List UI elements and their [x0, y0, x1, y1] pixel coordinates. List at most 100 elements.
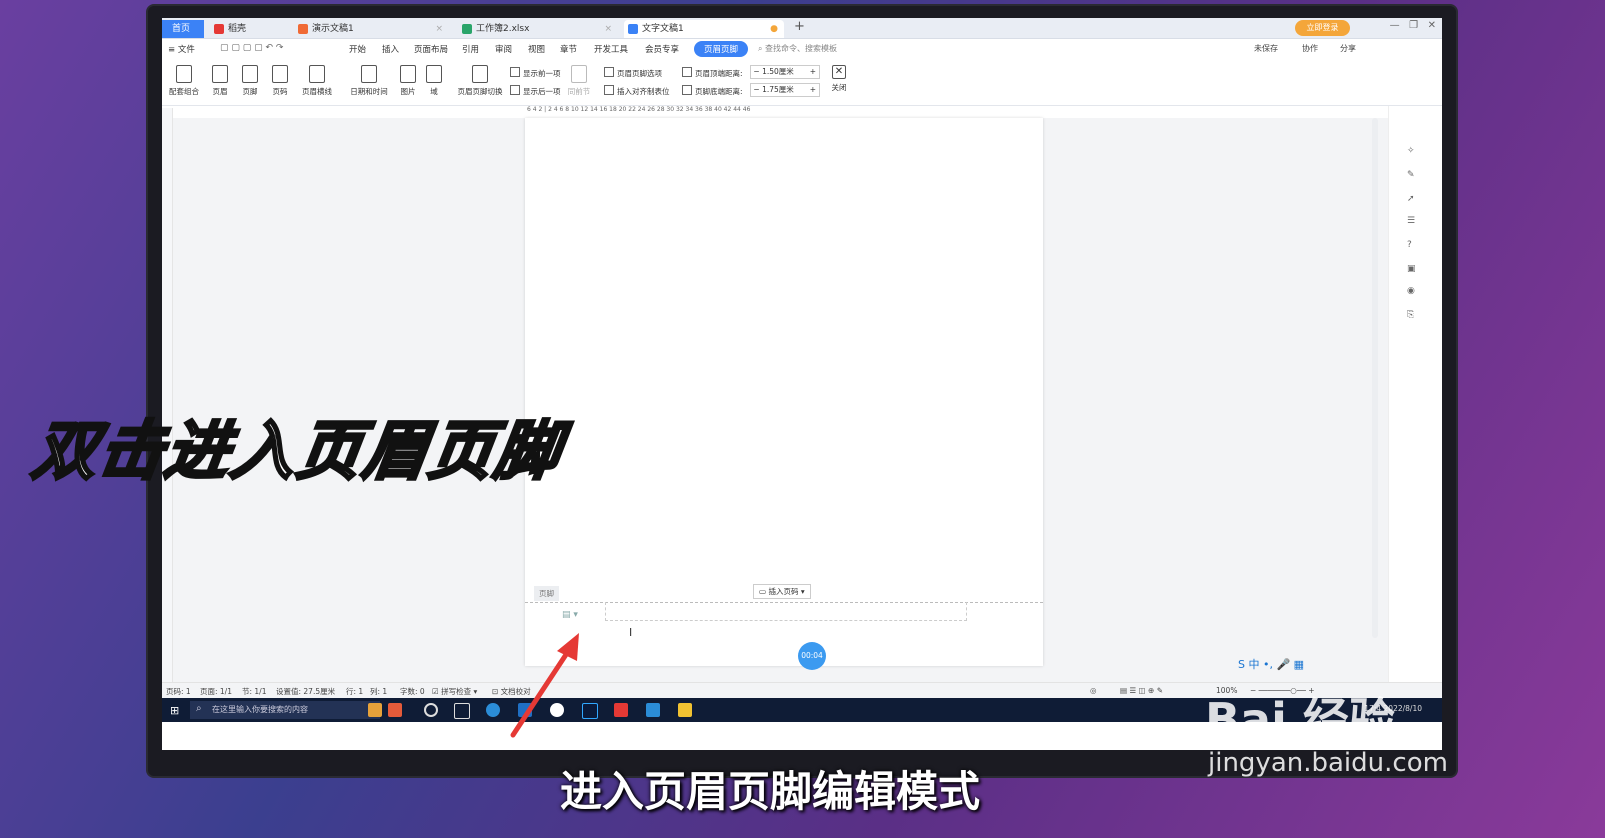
- picture-button[interactable]: 图片: [396, 65, 420, 97]
- windows-start-icon[interactable]: ⊞: [170, 704, 179, 717]
- collaborate-button[interactable]: 协作: [1302, 43, 1318, 54]
- login-button[interactable]: 立即登录: [1295, 20, 1350, 36]
- media-icon[interactable]: [646, 703, 660, 717]
- command-search[interactable]: ⌕ 查找命令、搜索模板: [758, 43, 837, 54]
- ime-toolbar[interactable]: S 中 •, 🎤 ▦: [1238, 656, 1304, 672]
- menu-file[interactable]: ≡ 文件: [168, 43, 195, 55]
- close-icon[interactable]: ×: [435, 20, 443, 38]
- horizontal-ruler[interactable]: 6 4 2 | 2 4 6 8 10 12 14 16 18 20 22 24 …: [527, 106, 1045, 118]
- menu-home[interactable]: 开始: [349, 43, 366, 55]
- header-footer-switch-button[interactable]: 页眉页脚切换: [454, 65, 506, 97]
- insert-page-number-button[interactable]: ▭ 插入页码 ▾: [753, 584, 811, 599]
- same-as-previous-button[interactable]: 同前节: [566, 65, 592, 97]
- taskbar-search-box[interactable]: 在这里输入你要搜索的内容: [190, 701, 380, 719]
- new-tab-icon[interactable]: +: [794, 19, 805, 34]
- previous-icon: [510, 67, 520, 77]
- menu-insert[interactable]: 插入: [382, 43, 399, 55]
- menu-header-footer[interactable]: 页眉页脚: [694, 41, 749, 57]
- settings-sliders-icon[interactable]: ☰: [1407, 216, 1417, 226]
- ribbon-label: 页码: [272, 87, 288, 96]
- insert-tab-stop-button[interactable]: 插入对齐制表位: [604, 85, 670, 97]
- view-mode-icons[interactable]: ▤ ☰ ◫ ⊕ ✎: [1120, 686, 1163, 695]
- wps-icon[interactable]: [614, 703, 628, 717]
- backup-icon[interactable]: ⎘: [1407, 310, 1417, 320]
- show-next-button[interactable]: 显示后一项: [510, 85, 561, 97]
- menu-references[interactable]: 引用: [462, 43, 479, 55]
- page-number-button[interactable]: 页码: [268, 65, 292, 97]
- header-footer-options-button[interactable]: 页眉页脚选项: [604, 67, 662, 79]
- file-explorer-icon[interactable]: [678, 703, 692, 717]
- spell-check-button[interactable]: ☑ 拼写检查 ▾: [432, 686, 477, 697]
- stepper-value[interactable]: 1.50厘米: [762, 67, 794, 76]
- tab-home[interactable]: 首页: [162, 20, 204, 38]
- tab-label: 工作簿2.xlsx: [476, 24, 530, 34]
- minus-icon[interactable]: −: [751, 85, 762, 94]
- eye-icon[interactable]: ◎: [1090, 686, 1097, 695]
- watermark-url: jingyan.baidu.com: [1208, 748, 1448, 778]
- unsaved-button[interactable]: 未保存: [1254, 43, 1278, 54]
- unsaved-dot-icon[interactable]: ●: [770, 20, 778, 38]
- menu-view[interactable]: 视图: [528, 43, 545, 55]
- pointer-arrow-icon: [510, 633, 579, 738]
- footer-bottom-distance-stepper[interactable]: − 1.75厘米 +: [750, 83, 820, 97]
- tab-docer[interactable]: 稻壳: [210, 20, 290, 38]
- header-line-button[interactable]: 页眉横线: [298, 65, 336, 97]
- browser-icon[interactable]: [486, 703, 500, 717]
- quick-access-toolbar[interactable]: ▢ ▢ ▢ ▢ ↶ ↷: [220, 43, 283, 53]
- show-previous-button[interactable]: 显示前一项: [510, 67, 561, 79]
- image-icon[interactable]: ▣: [1407, 264, 1417, 274]
- cortana-icon[interactable]: [424, 703, 438, 717]
- pointer-icon[interactable]: ➚: [1407, 194, 1417, 204]
- ribbon: 配套组合 页眉 页脚 页码 页眉横线 日期和时间 图片 域 页眉页脚切换 显示前…: [162, 61, 1442, 106]
- footer-bottom-distance-label: 页脚底端距离:: [682, 85, 743, 97]
- ribbon-label: 页眉页脚切换: [457, 87, 503, 96]
- pen-icon[interactable]: ✎: [1407, 170, 1417, 180]
- location-icon[interactable]: ◉: [1407, 286, 1417, 296]
- vertical-scrollbar[interactable]: [1372, 118, 1378, 638]
- stepper-value[interactable]: 1.75厘米: [762, 85, 794, 94]
- date-time-button[interactable]: 日期和时间: [348, 65, 390, 97]
- ribbon-label: 图片: [400, 87, 416, 96]
- ribbon-label: 页眉: [212, 87, 228, 96]
- window-controls[interactable]: — ❐ ✕: [1390, 20, 1436, 31]
- close-header-footer-button[interactable]: ✕ 关闭: [828, 65, 850, 93]
- status-word-count[interactable]: 字数: 0: [400, 686, 425, 697]
- plus-icon[interactable]: +: [810, 66, 819, 78]
- ribbon-label: 域: [430, 87, 438, 96]
- document-page[interactable]: 页脚 ▭ 插入页码 ▾ ▤ ▾ I 00:04: [525, 118, 1043, 670]
- menu-developer[interactable]: 开发工具: [594, 43, 628, 55]
- menu-chapter[interactable]: 章节: [560, 43, 577, 55]
- footer-edit-area[interactable]: [605, 602, 967, 621]
- presentation-icon: [298, 24, 308, 34]
- close-icon[interactable]: ×: [604, 20, 612, 38]
- vertical-ruler[interactable]: [162, 108, 173, 690]
- plus-icon[interactable]: +: [810, 84, 819, 96]
- tab-presentation[interactable]: 演示文稿1 ×: [294, 20, 449, 38]
- link-icon: [571, 65, 587, 83]
- footer-distance-icon: [682, 85, 692, 95]
- widget-icon[interactable]: [388, 703, 402, 717]
- combo-button[interactable]: 配套组合: [166, 65, 202, 97]
- tab-label: 稻壳: [228, 24, 247, 34]
- minus-icon[interactable]: −: [751, 67, 762, 76]
- paragraph-icon[interactable]: ▤ ▾: [562, 610, 578, 620]
- header-button[interactable]: 页眉: [208, 65, 232, 97]
- style-icon[interactable]: ✧: [1407, 146, 1417, 156]
- help-icon[interactable]: ?: [1407, 240, 1417, 250]
- header-top-distance-stepper[interactable]: − 1.50厘米 +: [750, 65, 820, 79]
- tab-spreadsheet[interactable]: 工作簿2.xlsx ×: [458, 20, 618, 38]
- spell-check-label: 拼写检查: [441, 687, 472, 696]
- share-button[interactable]: 分享: [1340, 43, 1356, 54]
- spreadsheet-icon: [462, 24, 472, 34]
- search-icon: ⌕: [758, 44, 766, 53]
- field-button[interactable]: 域: [424, 65, 444, 97]
- menu-member[interactable]: 会员专享: [645, 43, 679, 55]
- task-view-icon[interactable]: [454, 703, 470, 719]
- field-icon: [426, 65, 442, 83]
- menu-page-layout[interactable]: 页面布局: [414, 43, 448, 55]
- header-distance-icon: [682, 67, 692, 77]
- menu-review[interactable]: 审阅: [495, 43, 512, 55]
- footer-button[interactable]: 页脚: [238, 65, 262, 97]
- tab-document[interactable]: 文字文稿1 ●: [624, 20, 784, 38]
- weather-widget-icon[interactable]: [368, 703, 382, 717]
